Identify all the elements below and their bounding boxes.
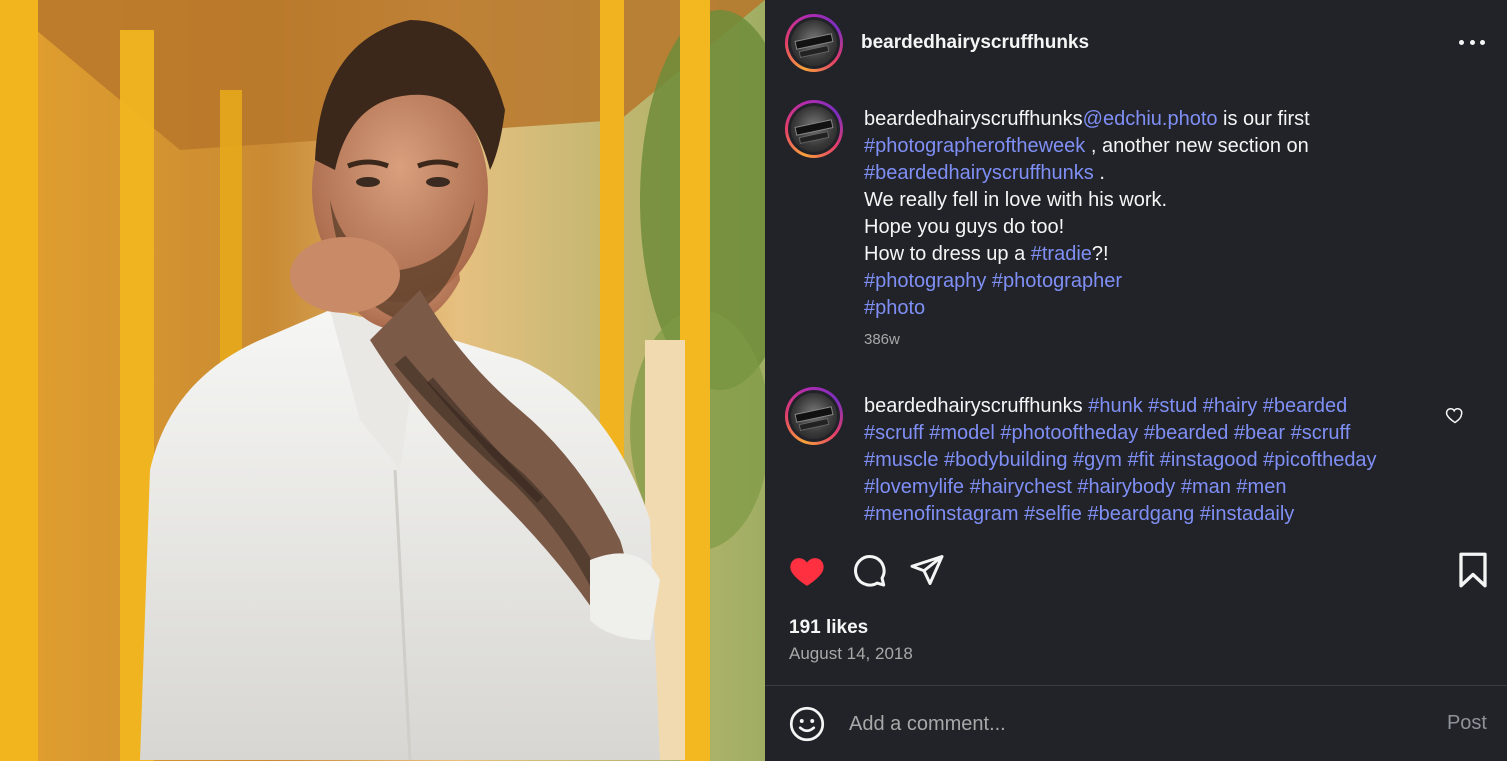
hashtag-link[interactable]: #hunk #stud #hairy #bearded [1088, 395, 1347, 417]
post-comment-button[interactable]: Post [1447, 712, 1487, 735]
comment-like-heart-icon[interactable] [1445, 405, 1465, 425]
caption-text: beardedhairyscruffhunks@edchiu.photo is … [864, 106, 1444, 350]
hashtag-link[interactable]: #muscle #bodybuilding #gym #fit #instago… [864, 449, 1377, 471]
hashtag-link[interactable]: #menofinstagram #selfie #beardgang #inst… [864, 503, 1294, 525]
post-date: August 14, 2018 [789, 644, 913, 663]
post-photo[interactable] [0, 0, 765, 761]
hashtag-link[interactable]: #beardedhairyscruffhunks [864, 162, 1094, 184]
likes-count[interactable]: 191 likes [789, 617, 868, 639]
post-photo-art [0, 0, 765, 761]
post-author-username[interactable]: beardedhairyscruffhunks [861, 32, 1089, 54]
comment-icon[interactable] [849, 550, 889, 590]
caption-timestamp[interactable]: 386w [864, 330, 1444, 350]
profile-avatar[interactable] [785, 14, 843, 72]
mention-link[interactable]: @edchiu.photo [1083, 108, 1218, 130]
instagram-post: beardedhairyscruffhunks beardedhairyscru… [0, 0, 1507, 761]
post-details-panel: beardedhairyscruffhunks beardedhairyscru… [765, 0, 1507, 761]
bookmark-icon[interactable] [1453, 550, 1493, 590]
hashtag-comment: beardedhairyscruffhunks #hunk #stud #hai… [785, 387, 1465, 528]
caption-username[interactable]: beardedhairyscruffhunks [864, 108, 1083, 130]
hashtag-link[interactable]: #tradie [1031, 243, 1092, 265]
comment-username[interactable]: beardedhairyscruffhunks [864, 395, 1083, 417]
hashtag-link[interactable]: #lovemylife #hairychest #hairybody #man … [864, 476, 1286, 498]
caption-comment: beardedhairyscruffhunks@edchiu.photo is … [785, 100, 1465, 360]
heart-filled-icon[interactable] [787, 550, 827, 590]
emoji-icon[interactable] [789, 706, 825, 742]
more-options-icon[interactable] [1459, 30, 1485, 54]
comment-text: beardedhairyscruffhunks #hunk #stud #hai… [864, 393, 1444, 528]
caption-avatar[interactable] [785, 100, 843, 158]
hashtag-link[interactable]: #photographer [992, 270, 1122, 292]
avatar-image [791, 20, 837, 66]
hashtag-link[interactable]: #photographeroftheweek [864, 135, 1085, 157]
comment-input[interactable] [849, 710, 1409, 738]
post-actions [765, 528, 1507, 612]
paper-plane-icon[interactable] [907, 550, 947, 590]
hashtag-link[interactable]: #scruff #model #photooftheday #bearded #… [864, 422, 1350, 444]
hashtag-link[interactable]: #photography [864, 270, 986, 292]
comments-section[interactable]: beardedhairyscruffhunks@edchiu.photo is … [765, 86, 1507, 528]
comment-avatar[interactable] [785, 387, 843, 445]
add-comment-bar: Post [765, 686, 1507, 761]
post-header: beardedhairyscruffhunks [765, 0, 1507, 86]
hashtag-link[interactable]: #photo [864, 297, 925, 319]
